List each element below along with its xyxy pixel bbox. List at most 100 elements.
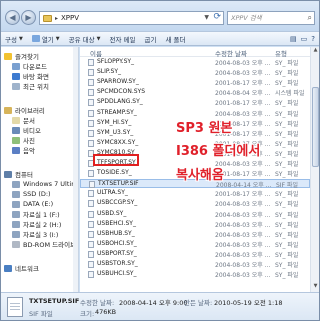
organize-button[interactable]: 구성 ▼: [5, 34, 23, 44]
file-row[interactable]: SFLOPPY.SY_ 2004-08-03 오후 ... SY_ 파일: [80, 58, 310, 67]
file-row[interactable]: ULTRA.SY_ 2001-08-17 오후 ... SY_ 파일: [80, 189, 310, 198]
address-field[interactable]: ▸ XPPV ▼ ⟳: [39, 11, 224, 25]
nav-label: 바탕 화면: [23, 73, 49, 81]
file-row[interactable]: USBPORT.SY_ 2004-08-03 오후 ... SY_ 파일: [80, 250, 310, 259]
details-created-label: 만든 날짜:: [184, 299, 213, 307]
organize-label: 구성: [5, 35, 17, 44]
help-icon[interactable]: ?: [311, 35, 315, 43]
breadcrumb-path[interactable]: XPPV: [61, 14, 79, 22]
file-list-scrollbar[interactable]: ▲ ▼: [310, 47, 319, 292]
nav-label: 컴퓨터: [15, 171, 33, 179]
view-controls: ▤ ▭ ?: [290, 35, 315, 43]
burn-button[interactable]: 굽기: [145, 34, 157, 44]
scroll-down-icon[interactable]: ▼: [311, 283, 320, 292]
new-folder-button[interactable]: 새 폴더: [165, 34, 185, 44]
nav-downloads[interactable]: 다운로드: [12, 61, 78, 71]
file-row[interactable]: USBHUB.SY_ 2004-08-03 오후 ... SY_ 파일: [80, 230, 310, 239]
pictures-icon: [12, 136, 20, 144]
nav-network[interactable]: 네트워크: [4, 263, 78, 273]
file-icon: [88, 271, 94, 279]
file-name: USBSTOR.SY_: [97, 260, 138, 267]
file-type: SY_ 파일: [275, 272, 299, 280]
nav-drive[interactable]: SSD (D:): [12, 189, 78, 199]
view-options-icon[interactable]: ▤: [290, 35, 297, 43]
file-type: SY_ 파일: [275, 70, 299, 78]
file-icon: [88, 69, 94, 77]
nav-drive[interactable]: Windows 7 Ultim: [12, 179, 78, 189]
file-name: STREAMP.SY_: [97, 108, 137, 116]
drive-icon: [12, 190, 20, 198]
column-type[interactable]: 유형: [275, 48, 287, 58]
scroll-thumb[interactable]: [312, 87, 319, 167]
command-toolbar: 구성 ▼ 열기 ▼ 공유 대상 ▼ 전자 메일 굽기 새 폴더 ▤ ▭ ?: [1, 31, 319, 46]
nav-drive[interactable]: BD-ROM 드라이브: [12, 239, 78, 249]
nav-libraries[interactable]: 라이브러리: [4, 105, 78, 115]
nav-drive[interactable]: 자료실 2 (H:): [12, 219, 78, 229]
share-button[interactable]: 공유 대상 ▼: [69, 34, 101, 44]
details-modified: 2008-04-14 오후 9:00: [119, 299, 188, 307]
open-label: 열기: [41, 35, 54, 44]
nav-scrollbar[interactable]: [73, 47, 78, 292]
file-type: SY_ 파일: [275, 221, 299, 229]
file-date: 2004-08-03 오후 ...: [215, 241, 271, 249]
file-name: USBCCGP.SY_: [97, 199, 138, 207]
open-button[interactable]: 열기 ▼: [31, 34, 60, 44]
file-date: 2004-08-03 오후 ...: [215, 211, 271, 219]
email-label: 전자 메일: [109, 35, 136, 44]
file-row[interactable]: SPCMDCON.SYS 2004-08-04 오후 ... 시스템 파일: [80, 88, 310, 97]
nav-documents[interactable]: 문서: [12, 115, 78, 125]
back-button[interactable]: ◀: [5, 10, 20, 25]
breadcrumb-separator-icon: ▸: [55, 14, 59, 22]
drive-icon: [12, 230, 20, 238]
nav-pictures[interactable]: 사진: [12, 135, 78, 145]
nav-favorites[interactable]: 즐겨찾기: [4, 51, 78, 61]
file-date: 2001-08-17 오후 ...: [215, 191, 271, 199]
file-type: SIF 파일: [276, 182, 298, 190]
nav-label: 음악: [23, 147, 35, 155]
nav-recent[interactable]: 최근 위치: [12, 81, 78, 91]
file-name: USBD.SY_: [97, 209, 127, 217]
file-row[interactable]: USBSTOR.SY_ 2004-08-03 오후 ... SY_ 파일: [80, 260, 310, 269]
file-name: SLIP.SY_: [97, 68, 121, 76]
share-label: 공유 대상: [68, 35, 95, 44]
nav-drive[interactable]: 자료실 1 (F:): [12, 209, 78, 219]
email-button[interactable]: 전자 메일: [110, 34, 136, 44]
nav-label: 자료실 3 (I:): [23, 231, 59, 239]
forward-button[interactable]: ▶: [21, 10, 36, 25]
nav-drive[interactable]: 자료실 3 (I:): [12, 229, 78, 239]
file-row[interactable]: USBCCGP.SY_ 2004-08-03 오후 ... SY_ 파일: [80, 199, 310, 208]
file-row[interactable]: USBOHCI.SY_ 2004-08-03 오후 ... SY_ 파일: [80, 240, 310, 249]
file-row[interactable]: USBEHCI.SY_ 2004-08-03 오후 ... SY_ 파일: [80, 220, 310, 229]
search-icon[interactable]: ⌕: [308, 12, 312, 24]
nav-music[interactable]: 음악: [12, 145, 78, 155]
nav-desktop[interactable]: 바탕 화면: [12, 71, 78, 81]
chevron-down-icon[interactable]: ▼: [204, 14, 209, 21]
scroll-up-icon[interactable]: ▲: [311, 47, 320, 56]
file-name: SPCMDCON.SYS: [97, 88, 146, 96]
nav-videos[interactable]: 비디오: [12, 125, 78, 135]
file-type: SY_ 파일: [275, 100, 299, 108]
nav-drive[interactable]: DATA (E:): [12, 199, 78, 209]
file-name: SYMC8XX.SY_: [97, 138, 139, 146]
file-name: SYM_U3.SY_: [97, 128, 134, 136]
recent-places-icon: [12, 82, 20, 90]
file-icon: [88, 200, 94, 208]
preview-pane-icon[interactable]: ▭: [301, 35, 308, 43]
file-icon: [89, 181, 95, 189]
file-row[interactable]: USBUHCI.SY_ 2004-08-03 오후 ... SY_ 파일: [80, 270, 310, 279]
nav-computer[interactable]: 컴퓨터: [4, 169, 78, 179]
search-input[interactable]: XPPV 검색 ⌕: [227, 11, 315, 25]
file-row[interactable]: SPDDLANG.SY_ 2001-08-17 오후 ... SY_ 파일: [80, 98, 310, 107]
nav-label: 즐겨찾기: [15, 53, 39, 61]
network-icon: [4, 264, 12, 272]
column-name[interactable]: 이름: [90, 48, 102, 58]
file-row[interactable]: SPARROW.SY_ 2001-08-17 오후 ... SY_ 파일: [80, 78, 310, 87]
details-size: 476KB: [95, 308, 117, 316]
file-date: 2001-08-17 오후 ...: [215, 100, 271, 108]
file-row[interactable]: SLIP.SY_ 2004-08-03 오후 ... SY_ 파일: [80, 68, 310, 77]
file-icon: [88, 79, 94, 87]
file-date: 2004-08-03 오후 ...: [215, 251, 271, 259]
column-date[interactable]: 수정한 날짜: [215, 48, 247, 58]
refresh-icon[interactable]: ⟳: [213, 12, 221, 22]
file-row[interactable]: USBD.SY_ 2004-08-03 오후 ... SY_ 파일: [80, 210, 310, 219]
